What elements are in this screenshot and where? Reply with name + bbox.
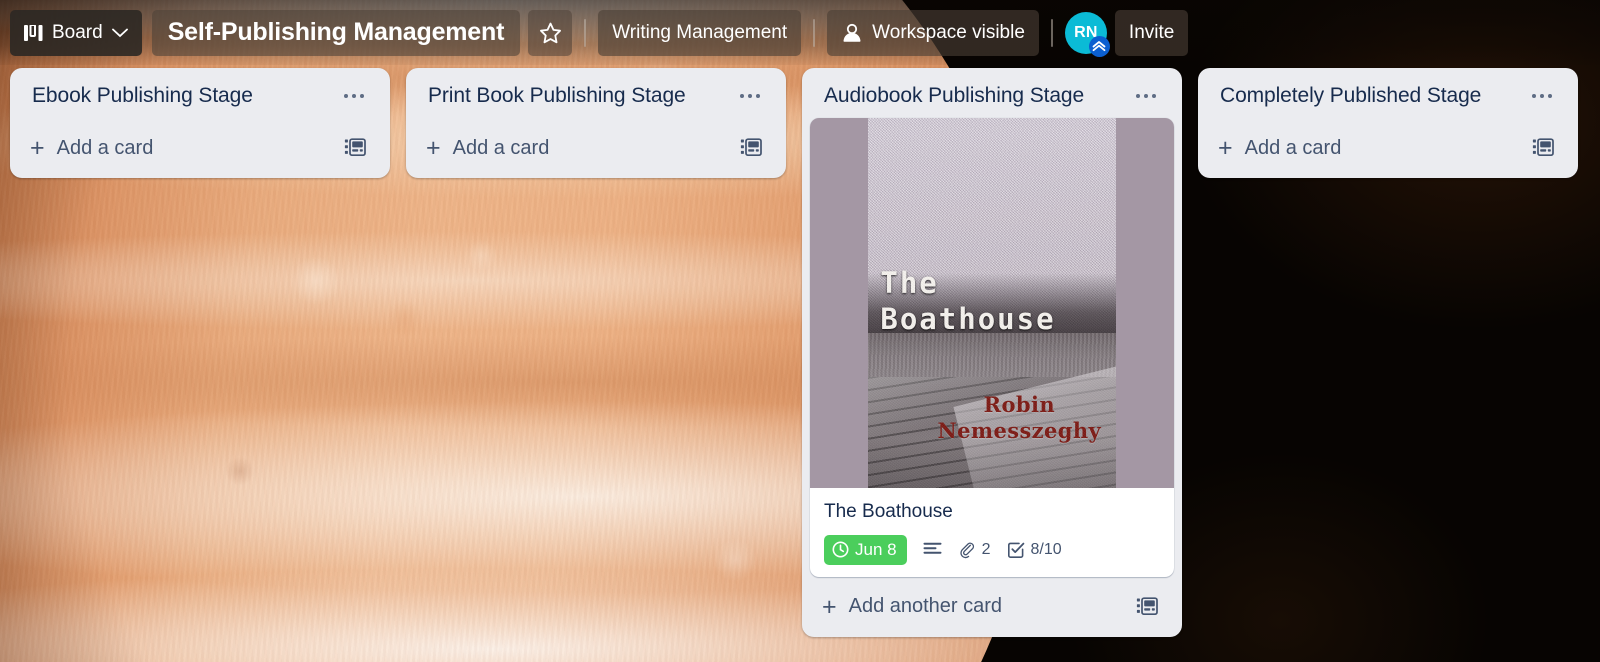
list-ebook-publishing-stage: Ebook Publishing Stage + Add a card [10,68,390,178]
list-print-book-publishing-stage: Print Book Publishing Stage + Add a card [406,68,786,178]
board-header: Board Self-Publishing Management Writing… [0,0,1600,65]
plus-icon: + [30,134,45,162]
card-template-icon[interactable] [736,134,766,162]
more-options-icon[interactable] [1524,88,1560,104]
card-list: The Boathouse Robin Nemesszeghy The Boat… [810,118,1174,577]
list-header: Audiobook Publishing Stage [810,76,1174,118]
board-lists-container: Ebook Publishing Stage + Add a card Prin… [0,68,1600,662]
add-card-label: Add a card [56,136,154,159]
board-title[interactable]: Self-Publishing Management [151,9,521,56]
plus-icon: + [822,592,837,621]
clock-icon [832,541,849,558]
invite-button[interactable]: Invite [1114,9,1189,56]
more-options-icon[interactable] [732,88,768,104]
checklist-icon [1007,541,1025,559]
due-date-label: Jun 8 [855,539,897,559]
plus-icon: + [1218,134,1233,162]
add-card-row[interactable]: + Add a card [1206,122,1570,172]
card-template-icon[interactable] [340,134,370,162]
visibility-label: Workspace visible [872,21,1025,43]
add-card-row[interactable]: + Add a card [18,122,382,172]
header-divider-2 [813,18,816,47]
checklist-badge: 8/10 [1007,541,1062,559]
due-date-badge[interactable]: Jun 8 [824,534,907,565]
more-options-icon[interactable] [336,88,372,104]
add-card-label: Add a card [452,136,550,159]
card-badges: Jun 8 2 8/10 [824,534,1160,565]
list-header: Ebook Publishing Stage [18,76,382,118]
list-audiobook-publishing-stage: Audiobook Publishing Stage The Boathouse… [802,68,1182,637]
star-board-button[interactable] [528,9,573,56]
card-cover-image: The Boathouse Robin Nemesszeghy [810,118,1174,488]
checklist-progress: 8/10 [1030,540,1062,558]
card-content: The Boathouse Jun 8 2 8/10 [810,488,1174,577]
plus-icon: + [426,134,441,162]
trello-board-app: Board Self-Publishing Management Writing… [0,0,1600,662]
workspace-visible-icon [841,23,863,43]
workspace-name-button[interactable]: Writing Management [598,9,802,56]
book-cover-art: The Boathouse Robin Nemesszeghy [868,118,1116,488]
header-divider-1 [584,18,587,47]
description-badge [923,542,942,557]
list-title[interactable]: Audiobook Publishing Stage [824,84,1084,108]
star-icon [539,22,562,44]
add-card-label: Add a card [1244,136,1342,159]
board-switcher-label: Board [52,21,103,43]
add-card-row[interactable]: + Add a card [414,122,778,172]
list-completely-published-stage: Completely Published Stage + Add a card [1198,68,1578,178]
board-icon [24,24,43,41]
add-card-label: Add another card [848,595,1003,618]
member-avatar[interactable]: RN [1064,11,1110,57]
description-icon [923,542,942,557]
add-card-row[interactable]: + Add another card [810,581,1174,631]
card-template-icon[interactable] [1132,593,1162,621]
list-title[interactable]: Print Book Publishing Stage [428,84,686,108]
list-title[interactable]: Completely Published Stage [1220,84,1481,108]
cover-film-grain [868,118,1116,488]
card-template-icon[interactable] [1528,134,1558,162]
visibility-button[interactable]: Workspace visible [827,9,1039,56]
card-the-boathouse[interactable]: The Boathouse Robin Nemesszeghy The Boat… [810,118,1174,577]
premium-chevrons-icon [1088,35,1110,57]
attachments-count: 2 [981,540,991,558]
list-title[interactable]: Ebook Publishing Stage [32,84,253,108]
list-header: Print Book Publishing Stage [414,76,778,118]
more-options-icon[interactable] [1128,88,1164,104]
board-switcher-button[interactable]: Board [10,9,142,56]
attachment-icon [958,541,976,559]
card-title: The Boathouse [824,501,953,522]
attachments-badge: 2 [958,541,991,559]
header-divider-3 [1050,18,1053,47]
chevron-down-icon [111,28,128,38]
list-header: Completely Published Stage [1206,76,1570,118]
